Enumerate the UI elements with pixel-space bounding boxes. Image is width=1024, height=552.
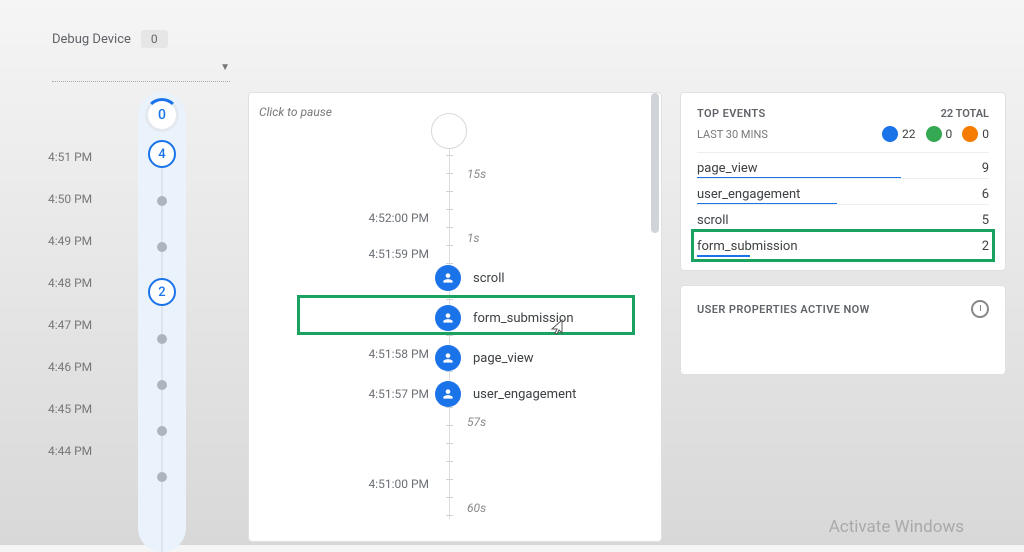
minute-label: 4:47 PM: [48, 318, 92, 332]
minute-timeline: 0 4 2 4:51 PM 4:50 PM 4:49 PM 4:48 PM 4:47 PM…: [18, 92, 230, 542]
top-event-name: scroll: [697, 213, 729, 228]
event-stream-panel: Click to pause 15s1s57s60s4:52:00 PM4:51…: [248, 92, 662, 542]
user-properties-card: USER PROPERTIES ACTIVE NOW: [680, 285, 1006, 375]
event-type-chip[interactable]: 0: [962, 126, 989, 142]
event-stream: 15s 1s 57s 60s 4:52:00 PM 4:51:59 PM 4:51:58 P…: [249, 119, 661, 519]
top-event-count: 6: [982, 187, 989, 202]
top-events-subtitle: LAST 30 MINS: [697, 128, 768, 141]
gap-duration: 57s: [467, 415, 486, 429]
stream-timestamp: 4:52:00 PM: [349, 211, 429, 225]
chip-dot-icon: [962, 126, 978, 142]
stream-head-marker: [431, 113, 467, 149]
minute-label: 4:45 PM: [48, 402, 92, 416]
top-events-card: TOP EVENTS 22 TOTAL LAST 30 MINS 22 0 0 pa…: [680, 92, 1006, 271]
user-event-icon: [435, 381, 461, 407]
minute-track: 0 4 2: [138, 92, 186, 552]
minute-dot[interactable]: [157, 196, 167, 206]
chip-value: 0: [982, 127, 989, 141]
debug-device-count: 0: [141, 30, 168, 48]
chip-dot-icon: [882, 126, 898, 142]
top-events-title: TOP EVENTS: [697, 107, 766, 120]
user-event-icon: [435, 305, 461, 331]
history-icon[interactable]: [971, 300, 989, 318]
minute-dot[interactable]: [157, 242, 167, 252]
minute-label: 4:50 PM: [48, 192, 92, 206]
chip-dot-icon: [926, 126, 942, 142]
gap-duration: 60s: [467, 501, 486, 515]
device-selector-dropdown[interactable]: ▼: [52, 62, 230, 82]
minute-label: 4:44 PM: [48, 444, 92, 458]
user-event-icon: [435, 345, 461, 371]
top-event-bar: [697, 255, 750, 257]
stream-timestamp: 4:51:00 PM: [349, 477, 429, 491]
event-type-chip[interactable]: 0: [926, 126, 953, 142]
stream-event[interactable]: page_view: [435, 345, 534, 371]
chip-value: 22: [902, 127, 916, 141]
debug-device-label: Debug Device: [52, 32, 131, 47]
minute-dot[interactable]: [157, 334, 167, 344]
top-event-row[interactable]: user_engagement 6: [697, 178, 989, 204]
stream-event-name: page_view: [473, 351, 534, 366]
minute-label: 4:48 PM: [48, 276, 92, 290]
top-events-total: 22 TOTAL: [941, 107, 989, 120]
stream-event-name: user_engagement: [473, 387, 576, 402]
user-event-icon: [435, 265, 461, 291]
chevron-down-icon: ▼: [220, 62, 230, 73]
event-type-chip[interactable]: 22: [882, 126, 916, 142]
user-properties-title: USER PROPERTIES ACTIVE NOW: [697, 303, 870, 316]
minute-ring[interactable]: 2: [148, 278, 176, 306]
stream-timestamp: 4:51:59 PM: [349, 247, 429, 261]
minute-label: 4:51 PM: [48, 150, 92, 164]
minute-dot[interactable]: [157, 380, 167, 390]
stream-event[interactable]: scroll: [435, 265, 505, 291]
top-event-count: 2: [982, 239, 989, 254]
top-event-row[interactable]: scroll 5: [697, 204, 989, 230]
gap-duration: 1s: [467, 231, 480, 245]
minute-label: 4:46 PM: [48, 360, 92, 374]
stream-event[interactable]: user_engagement: [435, 381, 576, 407]
chip-value: 0: [946, 127, 953, 141]
cursor-icon: [549, 319, 563, 339]
top-event-name: page_view: [697, 161, 758, 176]
stream-timestamp: 4:51:57 PM: [349, 387, 429, 401]
minute-dot[interactable]: [157, 472, 167, 482]
minute-ring[interactable]: 4: [148, 140, 176, 168]
minute-track-line: [162, 150, 163, 552]
top-event-name: user_engagement: [697, 187, 800, 202]
minute-dot[interactable]: [157, 426, 167, 436]
top-event-row[interactable]: page_view 9: [697, 152, 989, 178]
top-event-name: form_submission: [697, 239, 798, 254]
stream-timestamp: 4:51:58 PM: [349, 347, 429, 361]
windows-watermark: Activate Windows: [829, 517, 964, 537]
gap-duration: 15s: [467, 167, 486, 181]
top-event-row[interactable]: form_submission 2: [697, 230, 989, 256]
minute-label: 4:49 PM: [48, 234, 92, 248]
top-event-count: 9: [982, 161, 989, 176]
minute-ring-current[interactable]: 0: [145, 98, 179, 132]
top-event-count: 5: [982, 213, 989, 228]
stream-event-name: scroll: [473, 271, 505, 286]
